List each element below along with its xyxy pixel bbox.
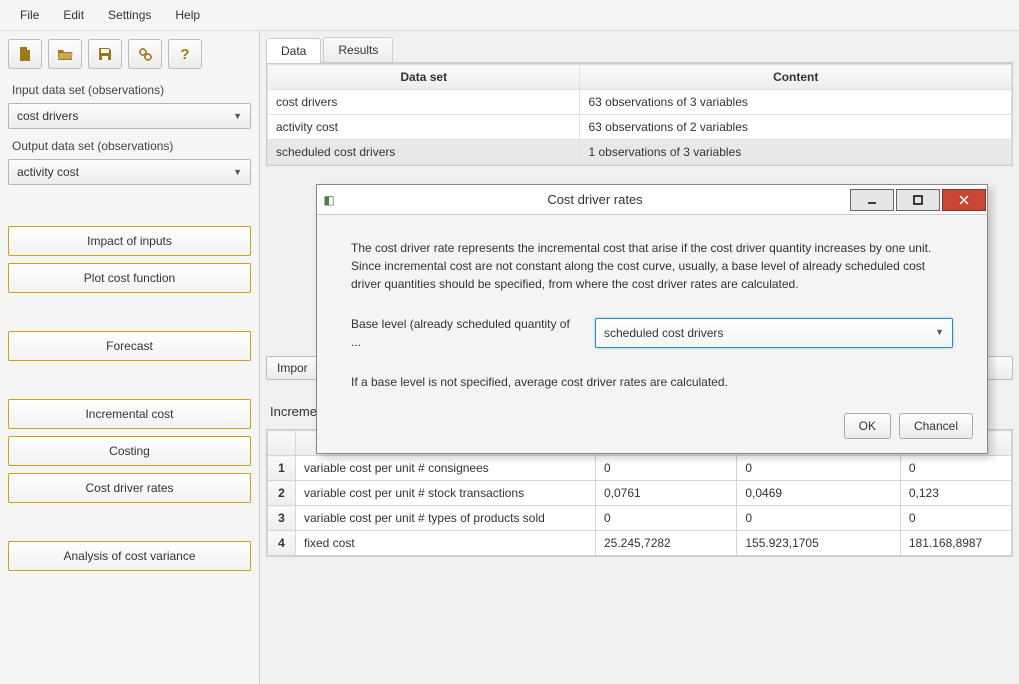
cell-sum: 0 xyxy=(900,506,1011,531)
cell-high-bay: 155.923,1705 xyxy=(737,531,901,556)
menu-help[interactable]: Help xyxy=(163,4,212,26)
action-costing[interactable]: Costing xyxy=(8,436,251,466)
output-dataset-label: Output data set (observations) xyxy=(12,139,251,153)
table-row[interactable]: 2variable cost per unit # stock transact… xyxy=(268,481,1012,506)
col-dataset[interactable]: Data set xyxy=(268,65,580,90)
action-plot-cost-function[interactable]: Plot cost function xyxy=(8,263,251,293)
cell-dataset: scheduled cost drivers xyxy=(268,140,580,165)
dialog-title: Cost driver rates xyxy=(341,192,849,207)
cell-rownum: 4 xyxy=(268,531,296,556)
menu-settings[interactable]: Settings xyxy=(96,4,163,26)
new-file-button[interactable] xyxy=(8,39,42,69)
ok-button[interactable]: OK xyxy=(844,413,891,439)
cell-high-bay: 0 xyxy=(737,456,901,481)
datasets-table: Data set Content cost drivers63 observat… xyxy=(267,64,1012,165)
cell-desc: variable cost per unit # consignees xyxy=(296,456,596,481)
table-row[interactable]: 1variable cost per unit # consignees000 xyxy=(268,456,1012,481)
dialog-app-icon: ◧ xyxy=(317,193,341,207)
input-dataset-value: cost drivers xyxy=(17,109,78,123)
cell-order-processing: 25.245,7282 xyxy=(596,531,737,556)
menu-file[interactable]: File xyxy=(8,4,51,26)
cell-content: 63 observations of 2 variables xyxy=(580,115,1012,140)
output-dataset-dropdown[interactable]: activity cost ▼ xyxy=(8,159,251,185)
chevron-down-icon: ▼ xyxy=(935,326,944,340)
cell-rownum: 1 xyxy=(268,456,296,481)
cell-high-bay: 0 xyxy=(737,506,901,531)
chevron-down-icon: ▼ xyxy=(233,167,242,177)
tab-data[interactable]: Data xyxy=(266,38,321,63)
maximize-button[interactable] xyxy=(896,189,940,211)
toolbar: ? xyxy=(8,39,251,69)
menubar: File Edit Settings Help xyxy=(0,0,1019,31)
table-row[interactable]: 3variable cost per unit # types of produ… xyxy=(268,506,1012,531)
chevron-down-icon: ▼ xyxy=(233,111,242,121)
base-level-value: scheduled cost drivers xyxy=(604,324,723,342)
open-file-button[interactable] xyxy=(48,39,82,69)
input-dataset-label: Input data set (observations) xyxy=(12,83,251,97)
cell-order-processing: 0 xyxy=(596,456,737,481)
tab-results[interactable]: Results xyxy=(323,37,393,62)
cancel-button[interactable]: Chancel xyxy=(899,413,973,439)
dialog-titlebar[interactable]: ◧ Cost driver rates xyxy=(317,185,987,215)
base-level-label: Base level (already scheduled quantity o… xyxy=(351,315,581,351)
cell-rownum: 3 xyxy=(268,506,296,531)
cell-rownum: 2 xyxy=(268,481,296,506)
save-button[interactable] xyxy=(88,39,122,69)
dialog-note: If a base level is not specified, averag… xyxy=(351,373,953,391)
cell-order-processing: 0 xyxy=(596,506,737,531)
table-row[interactable]: 4fixed cost25.245,7282155.923,1705181.16… xyxy=(268,531,1012,556)
dialog-description: The cost driver rate represents the incr… xyxy=(351,239,953,293)
action-incremental-cost[interactable]: Incremental cost xyxy=(8,399,251,429)
col-content[interactable]: Content xyxy=(580,65,1012,90)
help-button[interactable]: ? xyxy=(168,39,202,69)
cell-high-bay: 0,0469 xyxy=(737,481,901,506)
minimize-button[interactable] xyxy=(850,189,894,211)
action-impact-of-inputs[interactable]: Impact of inputs xyxy=(8,226,251,256)
action-cost-driver-rates[interactable]: Cost driver rates xyxy=(8,473,251,503)
cost-driver-rates-dialog: ◧ Cost driver rates The cost driver rate… xyxy=(316,184,988,454)
tab-bar: Data Results xyxy=(266,37,1013,63)
cell-dataset: activity cost xyxy=(268,115,580,140)
cell-sum: 181.168,8987 xyxy=(900,531,1011,556)
input-dataset-dropdown[interactable]: cost drivers ▼ xyxy=(8,103,251,129)
cell-sum: 0,123 xyxy=(900,481,1011,506)
base-level-dropdown[interactable]: scheduled cost drivers ▼ xyxy=(595,318,953,348)
table-row[interactable]: cost drivers63 observations of 3 variabl… xyxy=(268,90,1012,115)
table-row[interactable]: activity cost63 observations of 2 variab… xyxy=(268,115,1012,140)
col-rownum xyxy=(268,431,296,456)
menu-edit[interactable]: Edit xyxy=(51,4,96,26)
cell-dataset: cost drivers xyxy=(268,90,580,115)
cell-order-processing: 0,0761 xyxy=(596,481,737,506)
cell-desc: variable cost per unit # types of produc… xyxy=(296,506,596,531)
cell-desc: fixed cost xyxy=(296,531,596,556)
cell-sum: 0 xyxy=(900,456,1011,481)
cell-desc: variable cost per unit # stock transacti… xyxy=(296,481,596,506)
close-button[interactable] xyxy=(942,189,986,211)
settings-button[interactable] xyxy=(128,39,162,69)
action-analysis-cost-variance[interactable]: Analysis of cost variance xyxy=(8,541,251,571)
sidebar: ? Input data set (observations) cost dri… xyxy=(0,31,260,684)
cell-content: 1 observations of 3 variables xyxy=(580,140,1012,165)
action-forecast[interactable]: Forecast xyxy=(8,331,251,361)
table-row[interactable]: scheduled cost drivers1 observations of … xyxy=(268,140,1012,165)
cell-content: 63 observations of 3 variables xyxy=(580,90,1012,115)
dialog-body: The cost driver rate represents the incr… xyxy=(317,215,987,403)
output-dataset-value: activity cost xyxy=(17,165,79,179)
